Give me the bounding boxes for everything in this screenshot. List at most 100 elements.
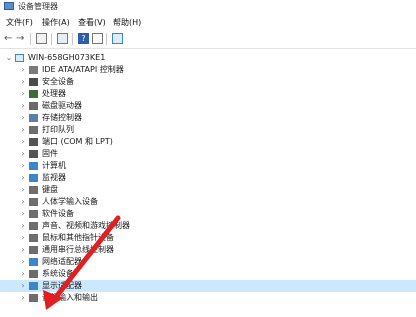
tree-item-label: 鼠标和其他指针设备 bbox=[42, 233, 114, 242]
tree-item-keyboards[interactable]: › 键盘 bbox=[0, 184, 416, 196]
storage-icon bbox=[29, 114, 38, 122]
port-icon bbox=[29, 138, 38, 146]
expand-chevron-icon[interactable]: › bbox=[19, 244, 27, 256]
computer-icon bbox=[29, 162, 38, 170]
expand-chevron-icon[interactable]: › bbox=[19, 280, 27, 292]
expand-chevron-icon[interactable]: › bbox=[19, 112, 27, 124]
computer-icon bbox=[15, 54, 24, 62]
tree-item-label: 安全设备 bbox=[42, 77, 74, 86]
tree-item-disk[interactable]: › 磁盘驱动器 bbox=[0, 100, 416, 112]
audio-icon bbox=[29, 222, 38, 230]
software-device-icon bbox=[29, 210, 38, 218]
security-icon bbox=[29, 78, 38, 86]
expand-chevron-icon[interactable]: › bbox=[19, 148, 27, 160]
monitor-icon bbox=[29, 174, 38, 182]
forward-icon[interactable]: → bbox=[16, 33, 27, 44]
firmware-icon bbox=[29, 150, 38, 158]
device-tree: ⌄ WIN-658GH073KE1 › IDE ATA/ATAPI 控制器 › 安全… bbox=[0, 52, 416, 317]
usb-icon bbox=[29, 246, 38, 254]
tree-item-ports[interactable]: › 端口 (COM 和 LPT) bbox=[0, 136, 416, 148]
scan-icon[interactable] bbox=[92, 33, 103, 44]
toolbar-separator bbox=[72, 33, 73, 45]
tree-item-label: 声音、视频和游戏控制器 bbox=[42, 221, 130, 230]
processor-icon bbox=[29, 90, 38, 98]
tree-item-usb[interactable]: › 通用串行总线控制器 bbox=[0, 244, 416, 256]
expand-chevron-icon[interactable]: › bbox=[19, 208, 27, 220]
tree-item-sound[interactable]: › 声音、视频和游戏控制器 bbox=[0, 220, 416, 232]
tree-root-label: WIN-658GH073KE1 bbox=[28, 53, 106, 62]
audio-io-icon bbox=[29, 294, 38, 302]
mouse-icon bbox=[29, 234, 38, 242]
tree-item-label: 存储控制器 bbox=[42, 113, 82, 122]
properties-icon[interactable] bbox=[36, 33, 47, 44]
tree-item-label: 磁盘驱动器 bbox=[42, 101, 82, 110]
tree-item-print-queue[interactable]: › 打印队列 bbox=[0, 124, 416, 136]
tree-item-label: 固件 bbox=[42, 149, 58, 158]
tree-item-label: 监视器 bbox=[42, 173, 66, 182]
expand-chevron-icon[interactable]: › bbox=[19, 256, 27, 268]
tree-item-label: IDE ATA/ATAPI 控制器 bbox=[42, 65, 124, 74]
menu-help[interactable]: 帮助(H) bbox=[113, 16, 141, 29]
expand-chevron-icon[interactable]: › bbox=[19, 268, 27, 280]
expand-chevron-icon[interactable]: › bbox=[19, 64, 27, 76]
tree-item-label: 系统设备 bbox=[42, 269, 74, 278]
toolbar: ← → ? bbox=[0, 30, 416, 49]
disk-icon bbox=[29, 102, 38, 110]
toolbar-separator bbox=[106, 33, 107, 45]
expand-chevron-icon[interactable]: › bbox=[19, 172, 27, 184]
menu-view[interactable]: 查看(V) bbox=[78, 16, 106, 29]
tree-item-label: 网络适配器 bbox=[42, 257, 82, 266]
tree-item-firmware[interactable]: › 固件 bbox=[0, 148, 416, 160]
tree-item-label: 人体学输入设备 bbox=[42, 197, 98, 206]
expand-chevron-icon[interactable]: › bbox=[19, 88, 27, 100]
tree-item-ide[interactable]: › IDE ATA/ATAPI 控制器 bbox=[0, 64, 416, 76]
tree-item-system-devices[interactable]: › 系统设备 bbox=[0, 268, 416, 280]
expand-chevron-icon[interactable]: › bbox=[19, 136, 27, 148]
tree-item-label: 计算机 bbox=[42, 161, 66, 170]
tree-item-security[interactable]: › 安全设备 bbox=[0, 76, 416, 88]
tree-item-label: 键盘 bbox=[42, 185, 58, 194]
hid-icon bbox=[29, 198, 38, 206]
tree-item-label: 端口 (COM 和 LPT) bbox=[42, 137, 113, 146]
tree-item-label: 处理器 bbox=[42, 89, 66, 98]
expand-chevron-icon[interactable]: › bbox=[19, 124, 27, 136]
system-device-icon bbox=[29, 270, 38, 278]
menu-action[interactable]: 操作(A) bbox=[42, 16, 70, 29]
monitor-icon[interactable] bbox=[112, 33, 123, 44]
collapse-chevron-icon[interactable]: ⌄ bbox=[5, 52, 13, 64]
toolbar-separator bbox=[30, 33, 31, 45]
expand-chevron-icon[interactable]: › bbox=[19, 292, 27, 304]
tree-item-label: 打印队列 bbox=[42, 125, 74, 134]
menu-file[interactable]: 文件(F) bbox=[6, 16, 33, 29]
toolbar-separator bbox=[51, 33, 52, 45]
tree-item-label: 显示适配器 bbox=[42, 281, 82, 290]
tree-item-label: 音频输入和输出 bbox=[42, 293, 98, 302]
expand-chevron-icon[interactable]: › bbox=[19, 220, 27, 232]
title-bar: 设备管理器 bbox=[0, 0, 416, 13]
expand-chevron-icon[interactable]: › bbox=[19, 76, 27, 88]
expand-chevron-icon[interactable]: › bbox=[19, 232, 27, 244]
tree-root[interactable]: ⌄ WIN-658GH073KE1 bbox=[0, 52, 416, 64]
tree-item-mice[interactable]: › 鼠标和其他指针设备 bbox=[0, 232, 416, 244]
tree-item-processor[interactable]: › 处理器 bbox=[0, 88, 416, 100]
back-icon[interactable]: ← bbox=[4, 33, 15, 44]
help-icon[interactable]: ? bbox=[78, 33, 89, 44]
view-icon[interactable] bbox=[57, 33, 68, 44]
keyboard-icon bbox=[29, 186, 38, 194]
tree-item-label: 通用串行总线控制器 bbox=[42, 245, 114, 254]
expand-chevron-icon[interactable]: › bbox=[19, 100, 27, 112]
expand-chevron-icon[interactable]: › bbox=[19, 196, 27, 208]
tree-item-label: 软件设备 bbox=[42, 209, 74, 218]
expand-chevron-icon[interactable]: › bbox=[19, 160, 27, 172]
tree-item-computer[interactable]: › 计算机 bbox=[0, 160, 416, 172]
tree-item-monitors[interactable]: › 监视器 bbox=[0, 172, 416, 184]
tree-item-storage[interactable]: › 存储控制器 bbox=[0, 112, 416, 124]
expand-chevron-icon[interactable]: › bbox=[19, 184, 27, 196]
tree-item-software-devices[interactable]: › 软件设备 bbox=[0, 208, 416, 220]
tree-item-display-adapters[interactable]: › 显示适配器 bbox=[0, 280, 416, 292]
network-icon bbox=[29, 258, 38, 266]
tree-item-audio-io[interactable]: › 音频输入和输出 bbox=[0, 292, 416, 304]
printer-icon bbox=[29, 126, 38, 134]
tree-item-hid[interactable]: › 人体学输入设备 bbox=[0, 196, 416, 208]
tree-item-network[interactable]: › 网络适配器 bbox=[0, 256, 416, 268]
